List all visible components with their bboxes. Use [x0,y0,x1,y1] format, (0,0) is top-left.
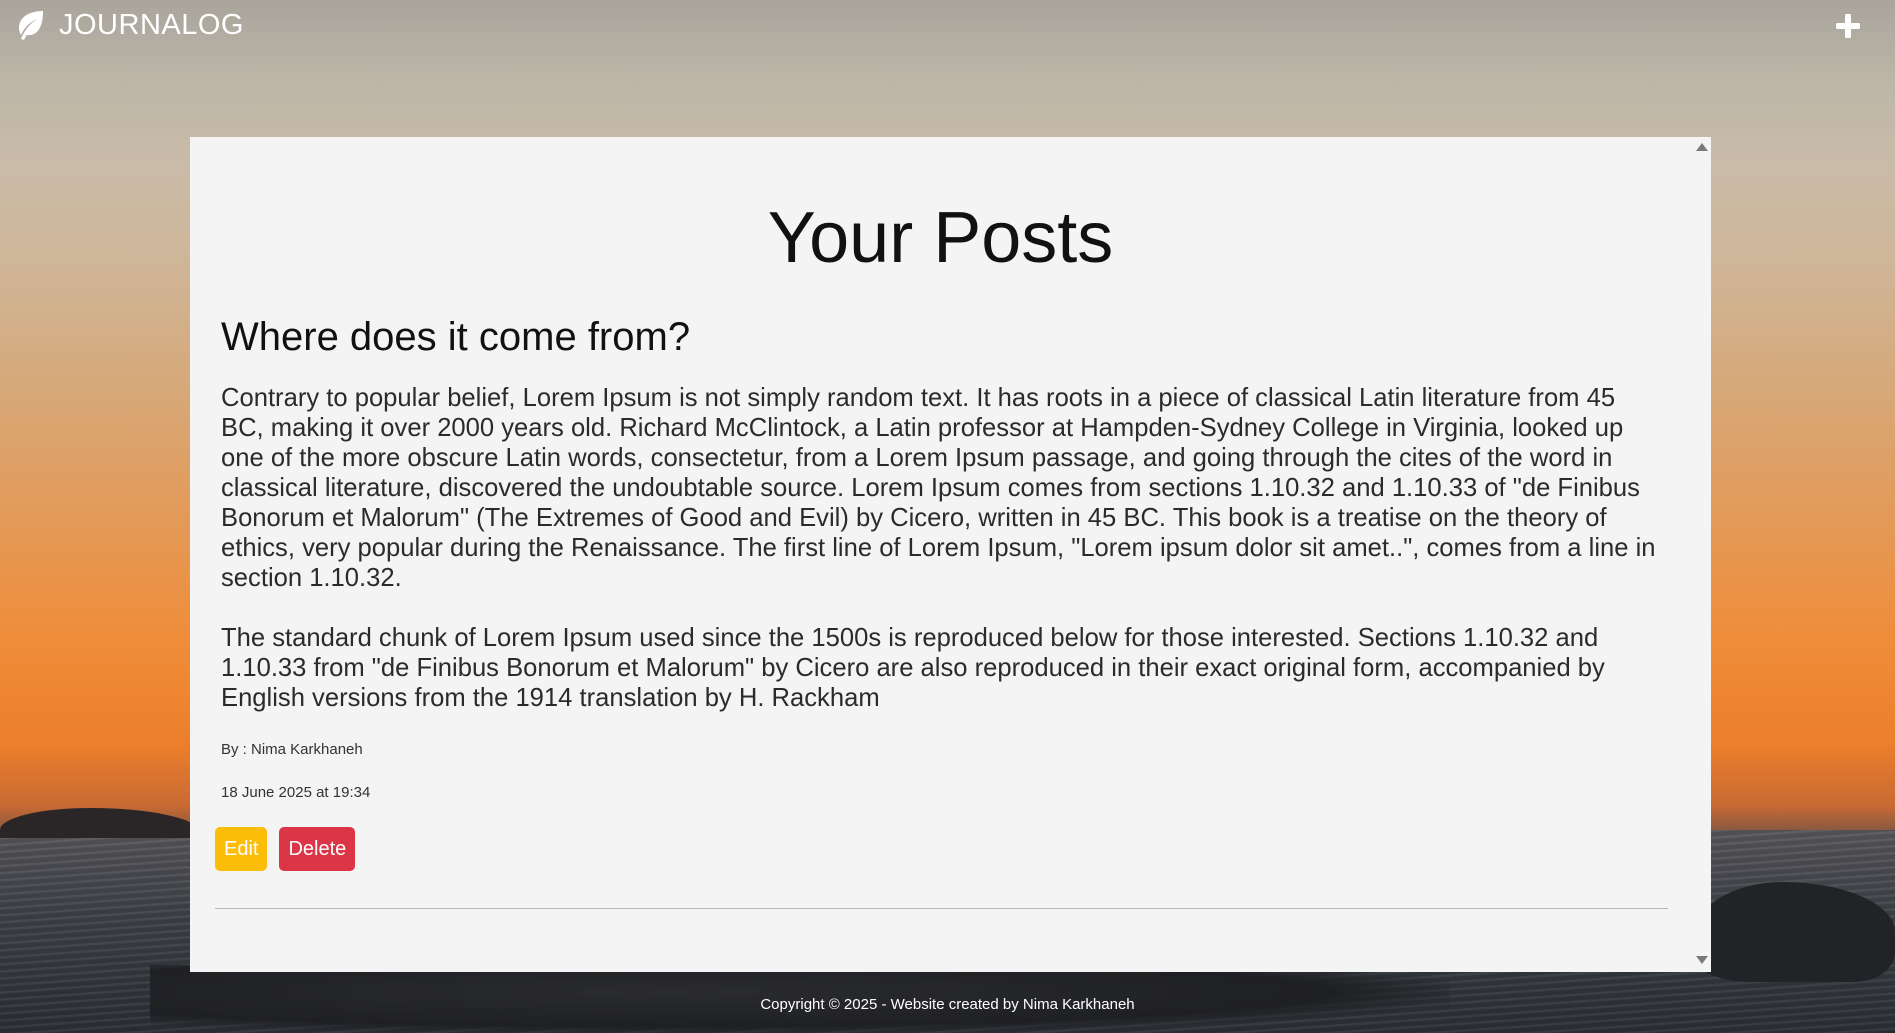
leaf-icon [13,8,47,42]
post-item: Where does it come from? Contrary to pop… [221,313,1661,801]
plus-icon [1836,14,1860,38]
add-post-button[interactable] [1834,12,1862,40]
brand-link[interactable]: JOURNALOG [13,8,244,42]
brand-name: JOURNALOG [59,8,244,41]
post-author: By : Nima Karkhaneh [221,741,363,758]
rocks-right [1690,882,1895,982]
page-title: Your Posts [767,198,1114,278]
post-actions: Edit Delete [215,827,356,871]
post-date: 18 June 2025 at 19:34 [221,784,371,801]
top-navbar: JOURNALOG [0,0,1895,54]
post-paragraph: The standard chunk of Lorem Ipsum used s… [221,624,1605,712]
delete-button[interactable]: Delete [279,827,356,871]
edit-button[interactable]: Edit [215,827,268,871]
post-title: Where does it come from? [221,315,691,359]
scroll-down-arrow[interactable] [1696,956,1708,964]
footer-copyright: Copyright © 2025 - Website created by Ni… [760,996,1135,1013]
post-body: Contrary to popular belief, Lorem Ipsum … [221,383,1661,713]
posts-panel: Your Posts Where does it come from? Cont… [190,137,1711,972]
post-divider [215,908,1668,909]
post-paragraph: Contrary to popular belief, Lorem Ipsum … [221,384,1656,592]
scroll-up-arrow[interactable] [1696,143,1708,151]
